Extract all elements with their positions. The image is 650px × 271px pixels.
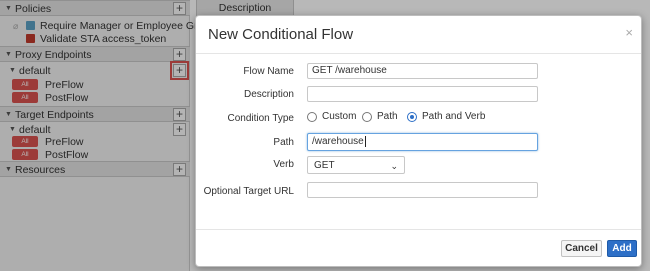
- chevron-down-icon: ⌄: [390, 161, 398, 171]
- flow-name-input[interactable]: GET /warehouse: [307, 63, 538, 79]
- verb-select[interactable]: GET ⌄: [307, 156, 405, 174]
- header-divider: [196, 53, 641, 54]
- flow-name-label: Flow Name: [243, 66, 294, 77]
- radio-custom[interactable]: [307, 112, 317, 122]
- verb-selected-value: GET: [314, 160, 335, 171]
- description-label: Description: [243, 89, 294, 100]
- radio-path-and-verb[interactable]: [407, 112, 417, 122]
- verb-label: Verb: [273, 159, 294, 170]
- condition-type-label: Condition Type: [227, 113, 294, 124]
- close-icon[interactable]: ×: [625, 26, 633, 40]
- radio-custom-label[interactable]: Custom: [322, 111, 356, 123]
- dialog-title: New Conditional Flow: [208, 26, 354, 43]
- optional-target-url-input[interactable]: [307, 182, 538, 198]
- optional-target-url-label: Optional Target URL: [203, 186, 294, 197]
- path-label: Path: [273, 137, 294, 148]
- footer-divider: [196, 229, 641, 230]
- text-cursor: [364, 136, 366, 147]
- flow-name-value: GET /warehouse: [312, 65, 387, 76]
- path-input[interactable]: /warehouse: [307, 133, 538, 151]
- cancel-button[interactable]: Cancel: [561, 240, 602, 257]
- add-button[interactable]: Add: [607, 240, 637, 257]
- description-input[interactable]: [307, 86, 538, 102]
- new-conditional-flow-dialog: New Conditional Flow × Flow Name GET /wa…: [195, 15, 642, 267]
- path-value: /warehouse: [312, 136, 364, 148]
- radio-path-and-verb-label[interactable]: Path and Verb: [422, 111, 485, 123]
- radio-path-label[interactable]: Path: [377, 111, 398, 123]
- radio-path[interactable]: [362, 112, 372, 122]
